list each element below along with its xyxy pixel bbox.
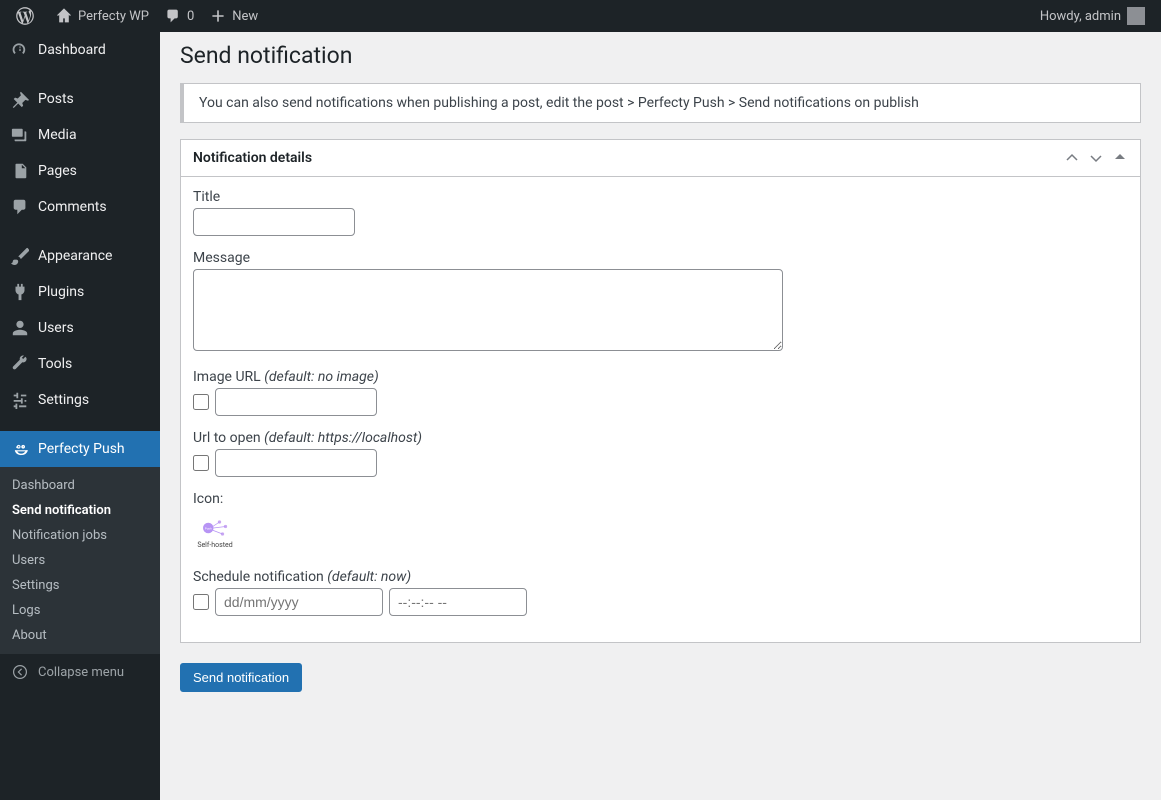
my-account-link[interactable]: Howdy, admin [1032,0,1153,32]
howdy-text: Howdy, admin [1040,9,1121,24]
submenu-settings[interactable]: Settings [0,573,160,598]
menu-label: Settings [38,392,89,408]
comment-icon [165,8,181,24]
info-notice: You can also send notifications when pub… [180,83,1141,123]
site-name: Perfecty WP [78,9,149,24]
media-icon [10,125,30,145]
submenu-send-notification[interactable]: Send notification [0,498,160,523]
wrench-icon [10,354,30,374]
pin-icon [10,89,30,109]
menu-label: Plugins [38,284,84,300]
schedule-date-input[interactable] [215,588,383,616]
page-title: Send notification [180,42,1141,69]
menu-label: Dashboard [38,42,106,58]
postbox-header[interactable]: Notification details [181,140,1140,177]
icon-label: Icon: [193,491,1128,507]
handle-actions [1064,152,1128,164]
message-textarea[interactable] [193,269,783,351]
svg-text:Push: Push [205,527,212,531]
comments-count: 0 [187,9,194,24]
menu-posts[interactable]: Posts [0,81,160,117]
schedule-time-input[interactable] [389,588,527,616]
plug-icon [10,282,30,302]
menu-tools[interactable]: Tools [0,346,160,382]
notice-text: You can also send notifications when pub… [199,95,919,111]
url-to-open-input[interactable] [215,449,377,477]
new-content-link[interactable]: New [202,0,266,32]
dashboard-icon [10,40,30,60]
menu-comments[interactable]: Comments [0,189,160,225]
icon-preview: Push Self-hosted [193,511,237,555]
title-input[interactable] [193,208,355,236]
smiley-icon [10,439,30,459]
menu-settings[interactable]: Settings [0,382,160,418]
submenu-about[interactable]: About [0,623,160,648]
home-icon [56,8,72,24]
collapse-label: Collapse menu [38,665,124,680]
postbox-title: Notification details [193,150,312,166]
send-notification-button[interactable]: Send notification [180,663,302,692]
order-down-icon[interactable] [1088,152,1104,164]
submenu-notification-jobs[interactable]: Notification jobs [0,523,160,548]
avatar [1127,7,1145,25]
menu-label: Media [38,127,77,143]
menu-pages[interactable]: Pages [0,153,160,189]
menu-label: Pages [38,163,77,179]
menu-appearance[interactable]: Appearance [0,238,160,274]
notification-details-box: Notification details Title Message [180,139,1141,643]
comment-icon [10,197,30,217]
page-icon [10,161,30,181]
menu-dashboard[interactable]: Dashboard [0,32,160,68]
image-url-label: Image URL (default: no image) [193,369,1128,385]
menu-plugins[interactable]: Plugins [0,274,160,310]
submenu-users[interactable]: Users [0,548,160,573]
slider-icon [10,390,30,410]
menu-label: Comments [38,199,107,215]
schedule-label: Schedule notification (default: now) [193,569,1128,585]
image-url-checkbox[interactable] [193,394,209,410]
collapse-icon [10,662,30,682]
order-up-icon[interactable] [1064,152,1080,164]
menu-label: Tools [38,356,72,372]
image-url-input[interactable] [215,388,377,416]
message-label: Message [193,250,1128,266]
submenu-logs[interactable]: Logs [0,598,160,623]
perfecty-submenu: Dashboard Send notification Notification… [0,467,160,654]
wordpress-icon [16,7,34,25]
url-to-open-label: Url to open (default: https://localhost) [193,430,1128,446]
url-to-open-checkbox[interactable] [193,455,209,471]
site-home-link[interactable]: Perfecty WP [48,0,157,32]
menu-label: Perfecty Push [38,441,125,457]
plus-icon [210,8,226,24]
menu-label: Appearance [38,248,112,264]
wp-logo[interactable] [8,0,48,32]
comments-link[interactable]: 0 [157,0,202,32]
menu-users[interactable]: Users [0,310,160,346]
menu-perfecty-push[interactable]: Perfecty Push [0,431,160,467]
submenu-dashboard[interactable]: Dashboard [0,473,160,498]
schedule-checkbox[interactable] [193,594,209,610]
menu-label: Posts [38,91,74,107]
brush-icon [10,246,30,266]
menu-media[interactable]: Media [0,117,160,153]
new-label: New [232,9,258,24]
collapse-menu[interactable]: Collapse menu [0,654,160,690]
toggle-panel-icon[interactable] [1112,152,1128,164]
title-label: Title [193,189,1128,205]
user-icon [10,318,30,338]
menu-label: Users [38,320,74,336]
